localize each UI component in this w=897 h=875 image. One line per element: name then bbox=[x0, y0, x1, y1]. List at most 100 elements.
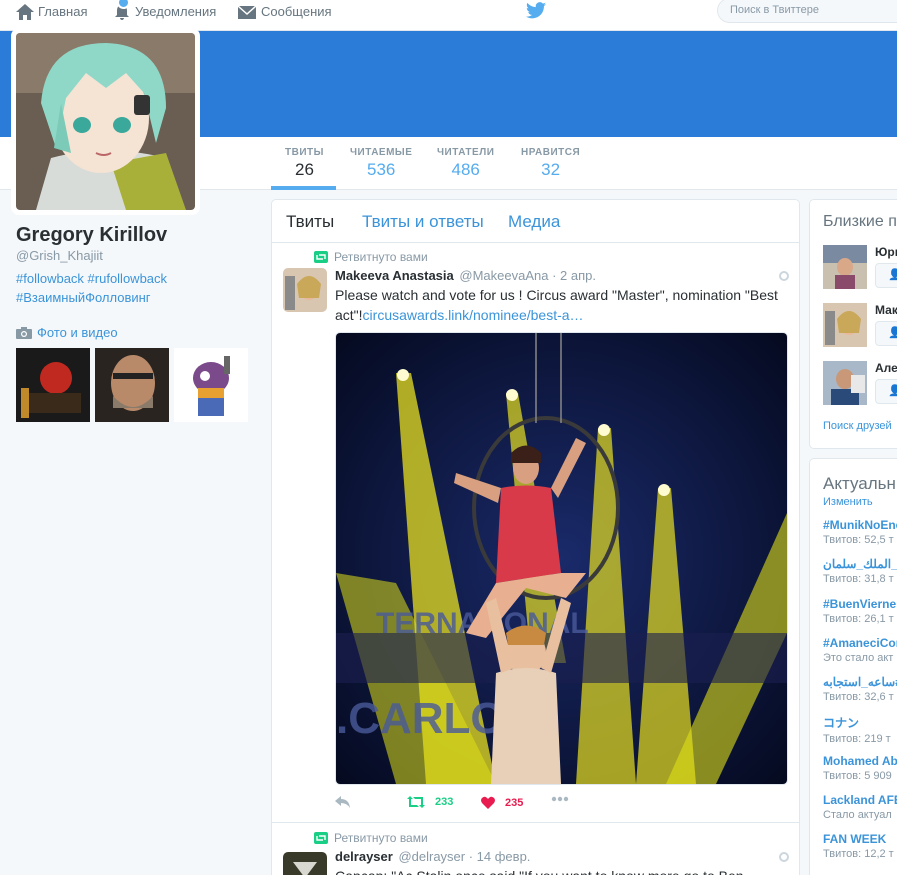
media-thumbnail[interactable] bbox=[16, 348, 90, 422]
bio-hashtags-line2[interactable]: #ВзаимныйФолловинг bbox=[16, 288, 256, 307]
tweet-media-image[interactable]: TERNATIONAL .CARLO bbox=[335, 332, 788, 785]
trend-item[interactable]: شكرا_الملك_سلمان# Твитов: 31,8 т bbox=[823, 557, 897, 585]
twitter-bird-icon[interactable] bbox=[526, 2, 546, 24]
trend-count: Твитов: 5 909 bbox=[823, 770, 892, 782]
trend-tag[interactable]: FAN WEEK bbox=[823, 832, 897, 846]
nav-home-label: Главная bbox=[38, 4, 88, 19]
trend-count: Это стало акт bbox=[823, 652, 894, 664]
profile-avatar[interactable] bbox=[11, 28, 200, 215]
stat-following-label: ЧИТАЕМЫЕ bbox=[350, 147, 413, 158]
suggestion-item[interactable]: Мак 👤 bbox=[823, 303, 897, 348]
retweet-icon bbox=[407, 796, 425, 808]
follow-user-icon: 👤 bbox=[888, 268, 897, 281]
suggestion-name[interactable]: Але bbox=[875, 361, 897, 375]
anime-avatar-image bbox=[16, 33, 195, 210]
tab-tweets-and-replies[interactable]: Твиты и ответы bbox=[362, 212, 484, 232]
tweet-more-icon[interactable] bbox=[779, 852, 789, 862]
trend-count: Твитов: 26,1 т bbox=[823, 613, 894, 625]
tab-tweets[interactable]: Твиты bbox=[286, 212, 334, 232]
suggestion-avatar[interactable] bbox=[823, 361, 867, 405]
suggestion-avatar[interactable] bbox=[823, 303, 867, 347]
tweet-more-icon[interactable] bbox=[779, 271, 789, 281]
trend-item[interactable]: ساعه_استجابه# Твитов: 32,6 т bbox=[823, 675, 897, 703]
retweet-button[interactable]: 233 bbox=[407, 796, 453, 808]
tweet-author-name[interactable]: delrayser bbox=[335, 849, 393, 864]
stat-followers[interactable]: ЧИТАТЕЛИ 486 bbox=[437, 147, 494, 180]
tweet-author-handle-time[interactable]: @delrayser · 14 февр. bbox=[398, 849, 530, 864]
trend-item[interactable]: コナン Твитов: 219 т bbox=[823, 714, 897, 745]
reply-icon bbox=[335, 796, 350, 808]
tweet-author-name[interactable]: Makeeva Anastasia bbox=[335, 268, 454, 283]
trend-tag[interactable]: Mohamed Ab bbox=[823, 754, 897, 768]
bio-hashtags-line1[interactable]: #followback #rufollowback bbox=[16, 269, 256, 288]
tweet-author-handle-time[interactable]: @MakeevaAna · 2 апр. bbox=[459, 268, 596, 283]
tweet-author-avatar[interactable] bbox=[283, 268, 327, 312]
reply-button[interactable] bbox=[335, 796, 361, 808]
tweet-text: Сарсар: "Ас Stalin once said "If you wan… bbox=[335, 866, 790, 875]
trend-tag[interactable]: Lackland AFE bbox=[823, 793, 897, 807]
trend-tag[interactable]: #MunikNoEnc bbox=[823, 518, 897, 532]
retweet-context-label: Ретвитнуто вами bbox=[334, 250, 428, 264]
suggestion-item[interactable]: Але 👤 bbox=[823, 361, 897, 406]
trend-item[interactable]: Lackland AFE Стало актуал bbox=[823, 793, 897, 821]
search-input[interactable]: Поиск в Твиттере bbox=[717, 0, 897, 23]
stat-likes[interactable]: НРАВИТСЯ 32 bbox=[521, 147, 580, 180]
follow-button[interactable]: 👤 bbox=[875, 321, 897, 346]
envelope-icon bbox=[237, 4, 257, 19]
suggestion-name[interactable]: Мак bbox=[875, 303, 897, 317]
follow-button[interactable]: 👤 bbox=[875, 379, 897, 404]
trend-item[interactable]: #MunikNoEnc Твитов: 52,5 т bbox=[823, 518, 897, 546]
trend-item[interactable]: #BuenVierne Твитов: 26,1 т bbox=[823, 597, 897, 625]
stat-following[interactable]: ЧИТАЕМЫЕ 536 bbox=[350, 147, 412, 180]
tweet[interactable]: Ретвитнуто вами Makeeva Anastasia @Makee… bbox=[272, 244, 799, 823]
tab-media[interactable]: Медиа bbox=[508, 212, 560, 232]
tweet-author-avatar[interactable] bbox=[283, 852, 327, 875]
trend-tag[interactable]: شكرا_الملك_سلمان# bbox=[823, 557, 897, 571]
profile-bio: #followback #rufollowback #ВзаимныйФолло… bbox=[16, 269, 256, 307]
more-options-button[interactable] bbox=[551, 796, 579, 802]
suggestion-item[interactable]: Юри 👤 bbox=[823, 245, 897, 290]
trend-tag[interactable]: #BuenVierne bbox=[823, 597, 897, 611]
follow-button[interactable]: 👤 bbox=[875, 263, 897, 288]
trend-item[interactable]: #AmaneciCor Это стало акт bbox=[823, 636, 897, 664]
stat-likes-label: НРАВИТСЯ bbox=[521, 147, 581, 158]
media-thumbnail[interactable] bbox=[174, 348, 248, 422]
stat-followers-value: 486 bbox=[451, 160, 480, 179]
stat-tweets[interactable]: ТВИТЫ 26 bbox=[285, 147, 324, 180]
trend-tag[interactable]: ساعه_استجابه# bbox=[823, 675, 897, 689]
media-thumbnail[interactable] bbox=[95, 348, 169, 422]
retweet-icon bbox=[314, 251, 328, 263]
suggestion-name[interactable]: Юри bbox=[875, 245, 897, 259]
trend-count: Твитов: 52,5 т bbox=[823, 534, 894, 546]
find-friends-link[interactable]: Поиск друзей bbox=[823, 420, 892, 432]
like-button[interactable]: 235 bbox=[481, 796, 523, 809]
heart-icon bbox=[481, 796, 495, 809]
stat-tweets-label: ТВИТЫ bbox=[285, 147, 324, 158]
change-trends-link[interactable]: Изменить bbox=[823, 496, 873, 508]
stat-followers-label: ЧИТАТЕЛИ bbox=[437, 147, 495, 158]
profile-handle[interactable]: @Grish_Khajiit bbox=[16, 248, 103, 263]
nav-notifications[interactable]: Уведомления bbox=[113, 0, 216, 23]
trend-item[interactable]: Mohamed Ab Твитов: 5 909 bbox=[823, 754, 897, 782]
svg-text:.CARLO: .CARLO bbox=[336, 694, 505, 743]
stat-following-value: 536 bbox=[367, 160, 396, 179]
stat-tweets-value: 26 bbox=[295, 160, 314, 179]
trends-card: Актуальны Изменить #MunikNoEnc Твитов: 5… bbox=[809, 458, 897, 875]
follow-user-icon: 👤 bbox=[888, 384, 897, 397]
tweet-link[interactable]: circusawards.link/nominee/best-a… bbox=[363, 307, 584, 323]
home-icon bbox=[16, 3, 34, 20]
nav-home[interactable]: Главная bbox=[16, 0, 87, 23]
trend-count: Твитов: 219 т bbox=[823, 733, 891, 745]
nav-messages[interactable]: Сообщения bbox=[237, 0, 332, 23]
tweet[interactable]: Ретвитнуто вами delrayser @delrayser · 1… bbox=[272, 824, 799, 875]
suggestion-avatar[interactable] bbox=[823, 245, 867, 289]
photos-and-videos-label: Фото и видео bbox=[37, 325, 118, 340]
retweet-context: Ретвитнуто вами bbox=[314, 831, 428, 845]
trend-count: Твитов: 12,2 т bbox=[823, 848, 894, 860]
trend-tag[interactable]: #AmaneciCor bbox=[823, 636, 897, 650]
trend-item[interactable]: FAN WEEK Твитов: 12,2 т bbox=[823, 832, 897, 860]
trend-count: Стало актуал bbox=[823, 809, 892, 821]
photos-and-videos-link[interactable]: Фото и видео bbox=[16, 325, 118, 340]
profile-name: Gregory Kirillov bbox=[16, 224, 168, 246]
trend-tag[interactable]: コナン bbox=[823, 714, 897, 731]
